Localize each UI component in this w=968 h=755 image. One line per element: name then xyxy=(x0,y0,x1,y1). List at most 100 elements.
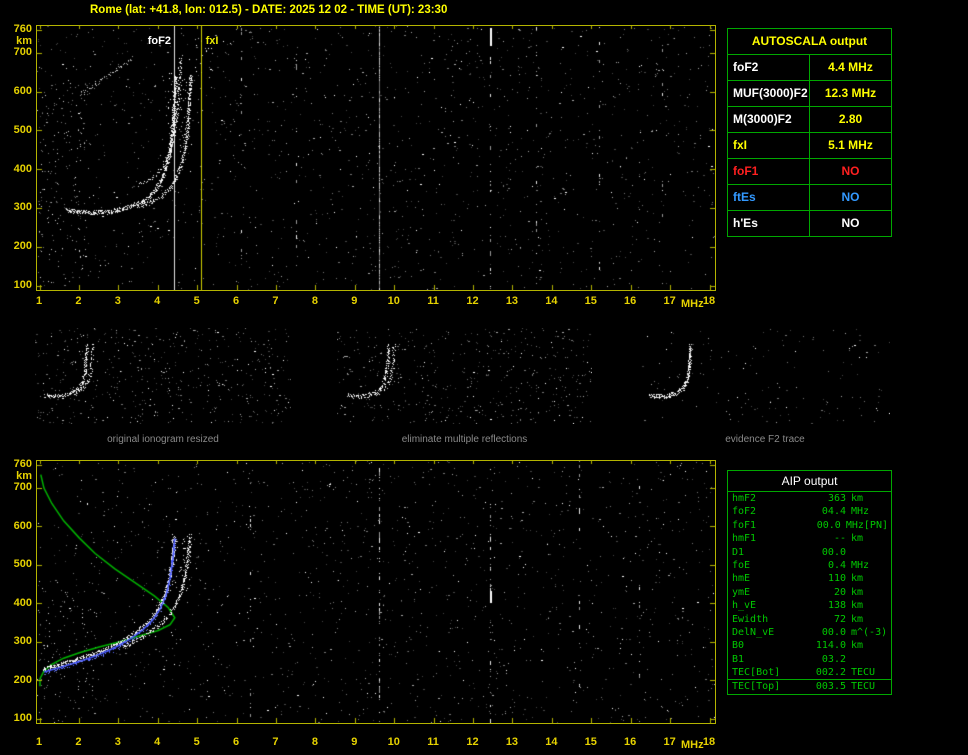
y-tick-label: 200 xyxy=(13,673,32,686)
aip-row-unit: MHz xyxy=(851,506,870,518)
aip-row-value: 00.0 xyxy=(821,626,846,638)
aip-row-value: 110 xyxy=(827,573,846,585)
aip-row-label: hmF2 xyxy=(732,493,757,504)
aip-row-unit: km xyxy=(851,640,864,652)
aip-row-value: 002.2 xyxy=(815,667,846,679)
x-tick-label: 10 xyxy=(387,295,400,307)
aip-row-value: 00.0 xyxy=(821,546,846,558)
table-row: foF1 NO xyxy=(728,159,891,185)
x-tick-label: 13 xyxy=(505,736,519,748)
page-title: Rome (lat: +41.8, lon: 012.5) - DATE: 20… xyxy=(90,4,448,16)
x-tick-label: 1 xyxy=(35,295,43,307)
table-row: TEC[Top] 003.5 TECU xyxy=(728,679,891,693)
profile-ionogram-canvas xyxy=(37,461,715,723)
aip-row-unit: km xyxy=(851,573,864,585)
x-tick-label: 17 xyxy=(663,736,676,748)
x-tick-label: 17 xyxy=(663,295,676,307)
x-tick-label: 4 xyxy=(154,736,161,748)
x-tick-label: 6 xyxy=(232,295,240,307)
profile-ionogram-plot xyxy=(36,460,716,724)
x-tick-label: 9 xyxy=(351,295,358,307)
y-tick-label: 760 xyxy=(13,23,32,35)
y-tick-label: 200 xyxy=(13,240,32,253)
x-tick-label: 8 xyxy=(311,295,318,307)
table-row: MUF(3000)F2 12.3 MHz xyxy=(728,81,891,107)
x-tick-label: 16 xyxy=(624,295,637,307)
y-tick-label: 100 xyxy=(13,712,32,724)
x-tick-label: 6 xyxy=(232,736,240,748)
x-tick-label: 1 xyxy=(35,736,43,748)
autoscala-row-label: MUF(3000)F2 xyxy=(728,81,810,106)
aip-row-value: 138 xyxy=(827,600,846,612)
aip-row-unit: MHz xyxy=(851,559,870,571)
aip-row-value: -- xyxy=(833,533,846,545)
aip-row-value: 363 xyxy=(827,493,846,504)
table-row: B1 03.2 xyxy=(728,653,891,666)
aip-row-unit xyxy=(846,546,851,559)
aip-row-extra: [PN] xyxy=(863,519,888,531)
aip-output-table: AIP output hmF2 363 km foF2 04.4 MHz foF1 00.0 M… xyxy=(727,470,892,695)
thumbnail-eliminate-reflections xyxy=(337,328,592,424)
table-row: foF2 4.4 MHz xyxy=(728,55,891,81)
autoscala-table-title: AUTOSCALA output xyxy=(728,29,891,55)
x-tick-label: 3 xyxy=(114,736,121,748)
aip-table-title: AIP output xyxy=(728,471,891,492)
aip-row-label: foE xyxy=(732,559,751,571)
aip-row-label: hmE xyxy=(732,573,751,585)
x-tick-label: 2 xyxy=(75,736,82,748)
x-tick-label: 7 xyxy=(272,295,279,307)
y-tick-label: 400 xyxy=(13,162,32,175)
y-tick-label: 300 xyxy=(13,635,32,648)
aip-row-value: 20 xyxy=(833,586,846,598)
autoscala-row-value: NO xyxy=(841,216,860,230)
thumbnail-canvas xyxy=(337,328,592,424)
x-tick-label: 9 xyxy=(351,736,358,748)
table-row: hmF2 363 km xyxy=(728,492,891,505)
aip-row-value: 72 xyxy=(833,613,846,625)
aip-row-unit: km xyxy=(851,613,864,625)
x-tick-label: 11 xyxy=(427,295,439,307)
x-tick-label: 18 xyxy=(702,736,716,748)
table-row: foF1 00.0 MHz [PN] xyxy=(728,519,891,532)
autoscala-row-label: h'Es xyxy=(728,211,810,236)
x-tick-label: 12 xyxy=(466,736,479,748)
aip-row-label: Ewidth xyxy=(732,613,769,625)
y-tick-label: 100 xyxy=(13,279,32,291)
y-tick-label: 600 xyxy=(13,519,32,532)
main-ionogram-plot: foF2 fxI xyxy=(36,25,716,291)
autoscala-row-label: fxI xyxy=(728,133,810,158)
x-tick-label: 2 xyxy=(75,295,82,307)
autoscala-row-value: 5.1 MHz xyxy=(828,138,873,152)
aip-row-value: 003.5 xyxy=(815,681,846,693)
x-tick-label: 18 xyxy=(702,295,716,307)
aip-row-value: 114.0 xyxy=(815,640,846,652)
aip-row-label: D1 xyxy=(732,546,745,558)
autoscala-row-label: ftEs xyxy=(728,185,810,210)
aip-row-unit: m^(-3) xyxy=(851,626,888,638)
main-ionogram-canvas xyxy=(37,26,715,290)
aip-row-label: foF2 xyxy=(732,506,757,518)
x-tick-label: 3 xyxy=(114,295,121,307)
autoscala-row-value: 4.4 MHz xyxy=(828,60,873,74)
autoscala-row-value: NO xyxy=(841,190,860,204)
table-row: ftEs NO xyxy=(728,185,891,211)
table-row: fxI 5.1 MHz xyxy=(728,133,891,159)
table-row: TEC[Bot] 002.2 TECU xyxy=(728,666,891,679)
aip-row-unit: TECU xyxy=(851,667,876,679)
table-row: Ewidth 72 km xyxy=(728,613,891,626)
x-tick-label: 15 xyxy=(584,295,597,307)
thumbnail-caption: evidence F2 trace xyxy=(725,434,805,445)
aip-row-label: h_vE xyxy=(732,600,757,612)
aip-row-label: ymE xyxy=(732,586,751,598)
aip-row-label: hmF1 xyxy=(732,533,757,545)
aip-row-label: DelN_vE xyxy=(732,626,775,638)
table-row: hmF1 -- km xyxy=(728,532,891,545)
autoscala-page: Rome (lat: +41.8, lon: 012.5) - DATE: 20… xyxy=(0,0,968,755)
thumbnail-evidence-f2-trace xyxy=(640,328,890,424)
y-tick-label: 500 xyxy=(13,123,32,136)
y-axis-unit-label: km xyxy=(16,35,32,47)
x-tick-label: 16 xyxy=(624,736,637,748)
table-row: B0 114.0 km xyxy=(728,639,891,652)
aip-row-value: 04.4 xyxy=(821,506,846,518)
autoscala-row-value: 12.3 MHz xyxy=(824,86,877,100)
